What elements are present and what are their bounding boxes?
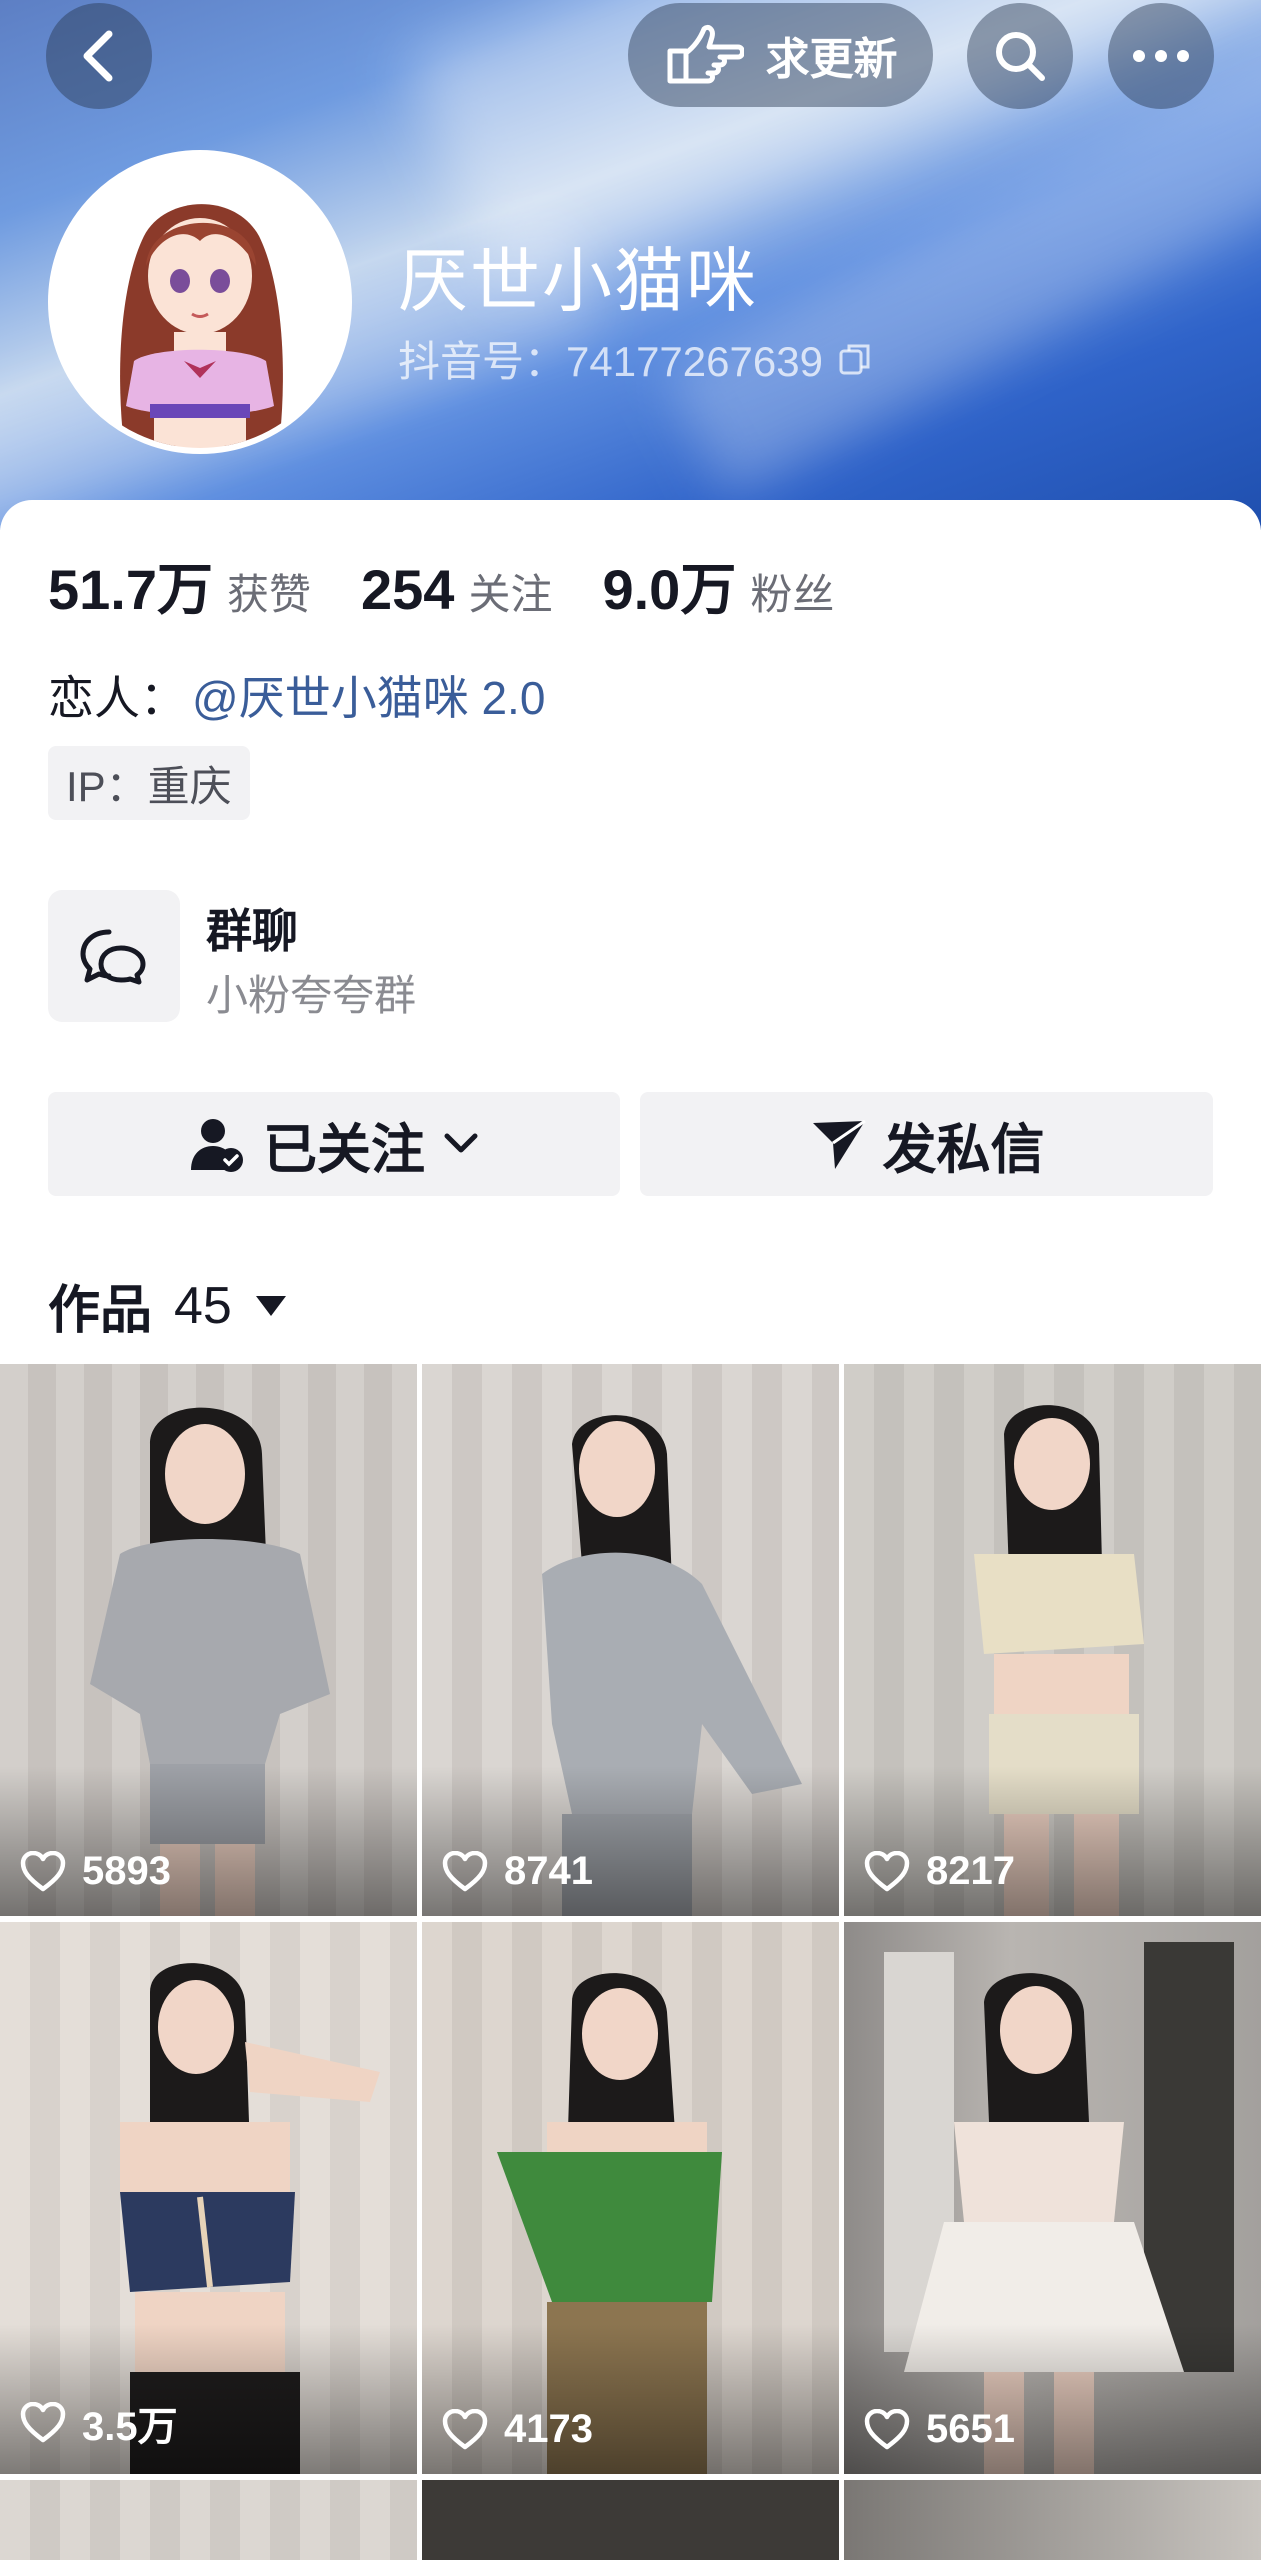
douyin-id[interactable]: 抖音号：74177267639	[398, 328, 873, 389]
video-tile[interactable]: 8217	[844, 1364, 1261, 1916]
lover-link[interactable]: @厌世小猫咪 2.0	[192, 662, 545, 728]
heart-icon	[864, 2408, 910, 2449]
video-likes-count: 8217	[926, 1849, 1015, 1893]
heart-icon	[864, 1850, 910, 1891]
following-count[interactable]: 254	[361, 557, 454, 622]
video-tile[interactable]: 5651	[844, 1922, 1261, 2474]
back-arrow-icon	[83, 30, 113, 82]
lover-prefix: 恋人：	[48, 672, 186, 724]
video-likes: 5893	[20, 1849, 171, 1894]
paper-plane-icon	[812, 1119, 866, 1169]
group-chat-icon-box[interactable]	[48, 890, 180, 1022]
works-count: 45	[174, 1276, 232, 1335]
heart-icon	[442, 2408, 488, 2449]
video-thumbnail	[0, 2480, 417, 2560]
video-likes-count: 5893	[82, 1849, 171, 1893]
followed-button[interactable]: 已关注	[48, 1092, 620, 1196]
following-label[interactable]: 关注	[468, 561, 552, 622]
likes-count: 51.7万	[48, 558, 213, 621]
video-likes: 5651	[864, 2407, 1015, 2452]
request-update-label: 求更新	[765, 35, 898, 84]
works-tab[interactable]: 作品 45	[48, 1268, 288, 1343]
video-tile[interactable]: 8741	[422, 1364, 839, 1916]
video-tile[interactable]: 5893	[0, 1364, 417, 1916]
video-tile[interactable]	[0, 2480, 417, 2560]
video-tile[interactable]: 3.5万	[0, 1922, 417, 2474]
back-button[interactable]	[46, 3, 152, 109]
send-message-label: 发私信	[882, 1119, 1045, 1180]
send-message-button[interactable]: 发私信	[640, 1092, 1213, 1196]
likes-label[interactable]: 获赞	[227, 561, 311, 622]
video-likes-count: 4173	[504, 2407, 593, 2451]
douyin-id-text: 抖音号：74177267639	[398, 338, 823, 385]
copy-icon[interactable]	[837, 341, 873, 377]
video-likes: 4173	[442, 2407, 593, 2452]
anime-girl-avatar-icon	[54, 156, 346, 448]
video-thumbnail	[844, 2480, 1261, 2560]
more-dots-icon	[1133, 50, 1189, 62]
works-label: 作品	[48, 1282, 153, 1340]
video-likes-count: 8741	[504, 1849, 593, 1893]
followed-label: 已关注	[263, 1119, 425, 1180]
video-likes: 8217	[864, 1849, 1015, 1894]
dropdown-triangle-icon	[255, 1295, 286, 1316]
video-thumbnail	[422, 2480, 839, 2560]
chat-bubbles-icon	[80, 929, 146, 985]
pointing-hand-icon	[667, 24, 744, 84]
video-likes-count: 5651	[926, 2407, 1015, 2451]
profile-card	[0, 500, 1261, 1360]
search-button[interactable]	[967, 3, 1073, 109]
video-tile[interactable]: 4173	[422, 1922, 839, 2474]
video-likes: 3.5万	[20, 2394, 178, 2452]
video-tile[interactable]	[844, 2480, 1261, 2560]
more-button[interactable]	[1108, 3, 1214, 109]
video-likes: 8741	[442, 1849, 593, 1894]
followers-label[interactable]: 粉丝	[750, 561, 834, 622]
avatar[interactable]	[48, 150, 352, 454]
request-update-button[interactable]: 求更新	[628, 3, 933, 107]
ip-location-tag: IP：重庆	[48, 746, 250, 820]
heart-icon	[20, 1850, 66, 1891]
video-tile[interactable]	[422, 2480, 839, 2560]
search-icon	[996, 32, 1045, 81]
group-chat-title[interactable]: 群聊	[206, 895, 298, 961]
group-chat-subtitle: 小粉夸夸群	[206, 972, 417, 1019]
stats-row: 51.7万 获赞 254 关注 9.0万 粉丝	[48, 545, 884, 626]
profile-name: 厌世小猫咪	[398, 242, 758, 320]
heart-icon	[20, 2402, 66, 2443]
heart-icon	[442, 1850, 488, 1891]
followers-count[interactable]: 9.0万	[602, 545, 736, 626]
user-check-icon	[191, 1119, 243, 1172]
video-likes-count: 3.5万	[82, 2405, 178, 2449]
lover-line: 恋人： @厌世小猫咪 2.0	[48, 662, 545, 728]
chevron-down-icon	[444, 1133, 478, 1153]
